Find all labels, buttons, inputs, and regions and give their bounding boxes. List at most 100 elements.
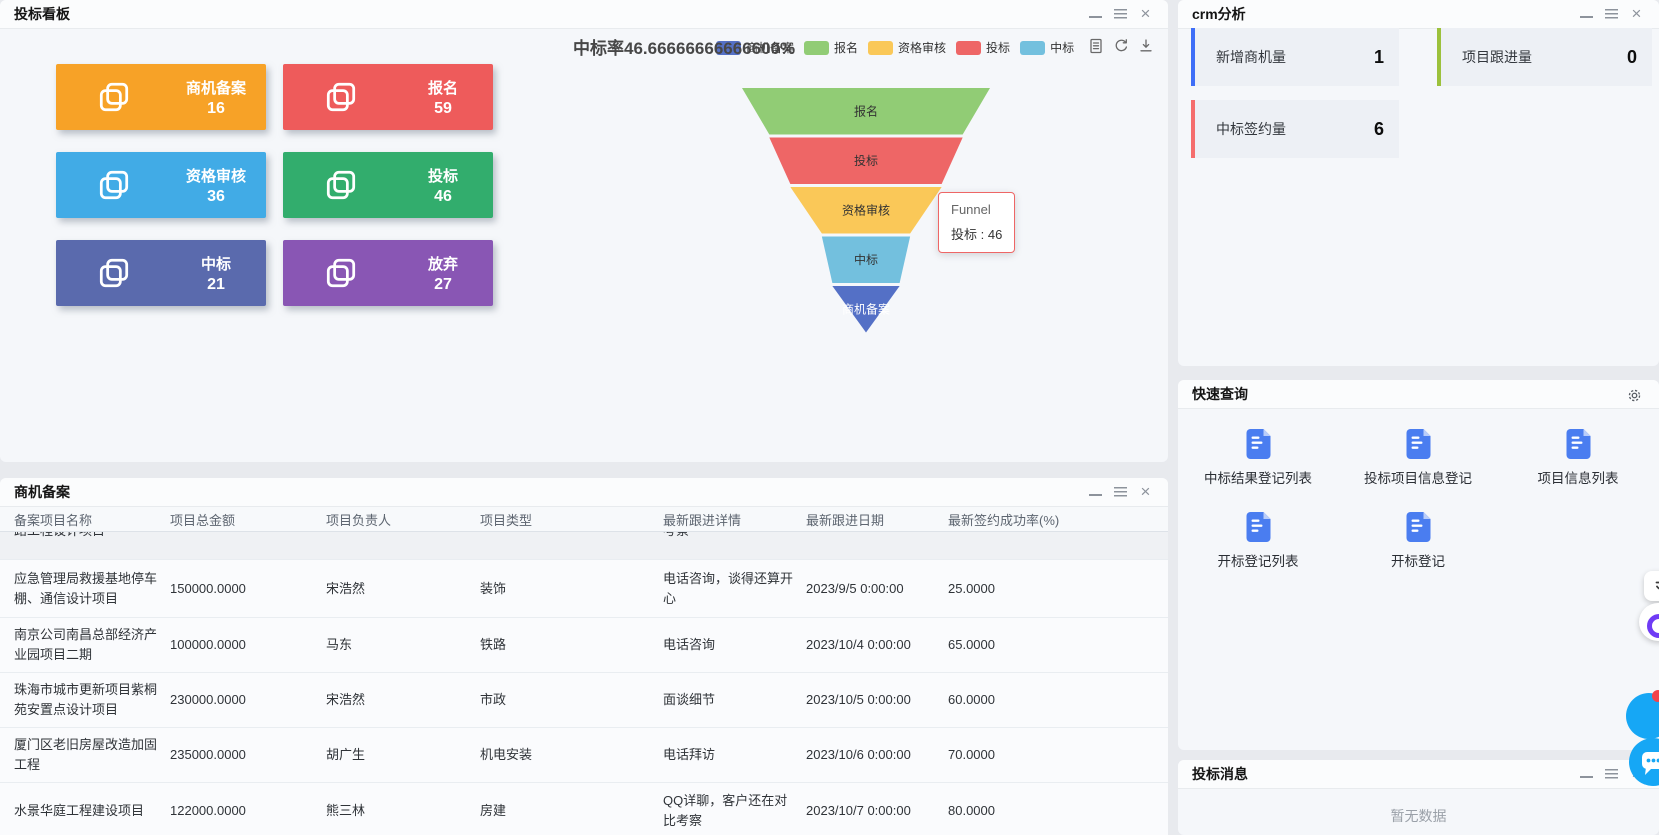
quick-link-开标登记列表[interactable]: 开标登记列表 [1178,511,1338,570]
cell-name: 水景华庭工程建设项目 [14,801,170,821]
funnel-label: 商机备案 [842,301,890,316]
copy-icon [323,79,359,115]
restore-icon[interactable] [1113,38,1129,54]
stat-card-label: 放弃 [388,253,498,274]
stat-card-value: 46 [388,188,498,206]
stat-card-label: 中标 [161,253,271,274]
stat-card-label: 商机备案 [161,77,271,98]
document-icon [1405,511,1432,543]
cell-owner: 宋浩然 [326,579,480,599]
save-image-icon[interactable] [1138,38,1154,54]
opportunity-header: 商机备案 [0,478,1168,507]
crm-card-新增商机量[interactable]: 新增商机量 1 [1191,28,1399,86]
opportunity-title: 商机备案 [0,482,70,502]
minimize-icon[interactable] [1580,776,1593,778]
legend-label: 投标 [986,39,1010,56]
menu-icon[interactable] [1114,9,1127,19]
crm-card-中标签约量[interactable]: 中标签约量 6 [1191,100,1399,158]
crm-card-label: 项目跟进量 [1437,47,1532,67]
cell-amount: 235000.0000 [170,745,326,765]
table-row[interactable]: 水景华庭工程建设项目122000.0000熊三林房建QQ详聊，客户还在对比考察2… [0,783,1168,835]
stat-card-中标[interactable]: 中标 21 [56,240,266,306]
menu-icon[interactable] [1605,769,1618,779]
column-header: 最新跟进日期 [806,510,948,529]
cell-detail: 电话咨询 [663,635,806,655]
quick-link-label: 开标登记列表 [1218,550,1299,570]
copy-icon [96,79,132,115]
quick-query-title: 快速查询 [1178,384,1248,404]
cell-date: 2023/9/5 0:00:00 [806,579,948,599]
cell-detail: 电话拜访 [663,745,806,765]
stat-card-报名[interactable]: 报名 59 [283,64,493,130]
menu-icon[interactable] [1114,487,1127,497]
cell-date: 2023/10/5 0:00:00 [806,690,948,710]
cell-type: 机电安装 [480,745,663,765]
stat-card-label: 报名 [388,77,498,98]
legend-item-报名[interactable]: 报名 [804,39,858,56]
data-view-icon[interactable] [1088,38,1104,54]
close-icon[interactable] [1139,7,1152,21]
stat-card-商机备案[interactable]: 商机备案 16 [56,64,266,130]
table-row-partial[interactable]: 路工程设计项目 考察 [0,532,1168,560]
stat-card-label: 资格审核 [161,165,271,186]
panel-bid-board: 投标看板 商机备案 16 报名 59 资格审核 36 投标 46 中标 21 放… [0,0,1168,462]
accent-bar [1437,28,1441,86]
floating-shortcut-button[interactable] [1644,571,1659,601]
document-icon [1245,511,1272,543]
floating-chat-button[interactable] [1629,738,1659,786]
quick-link-项目信息列表[interactable]: 项目信息列表 [1498,428,1658,487]
close-icon[interactable] [1139,485,1152,499]
bid-messages-header: 投标消息 [1178,760,1659,789]
bid-board-header: 投标看板 [0,0,1168,29]
stat-card-投标[interactable]: 投标 46 [283,152,493,218]
quick-link-开标登记[interactable]: 开标登记 [1338,511,1498,570]
cell-detail: 电话咨询，谈得还算开心 [663,569,806,609]
cell-name: 珠海市城市更新项目紫桐苑安置点设计项目 [14,680,170,720]
minimize-icon[interactable] [1089,16,1102,18]
table-row[interactable]: 珠海市城市更新项目紫桐苑安置点设计项目230000.0000宋浩然市政面谈细节2… [0,673,1168,728]
stat-card-资格审核[interactable]: 资格审核 36 [56,152,266,218]
quick-link-label: 开标登记 [1391,550,1445,570]
close-icon[interactable] [1630,7,1643,21]
minimize-icon[interactable] [1089,494,1102,496]
quick-link-label: 项目信息列表 [1538,467,1619,487]
funnel-label: 资格审核 [842,202,890,217]
chart-title: 中标率46.66666666666600% [573,34,795,59]
extension-logo-icon [1647,614,1659,638]
shortcut-glyph-icon [1653,578,1659,594]
crm-card-项目跟进量[interactable]: 项目跟进量 0 [1437,28,1652,86]
crm-card-label: 中标签约量 [1191,119,1286,139]
bid-messages-title: 投标消息 [1178,764,1248,784]
quick-query-header: 快速查询 [1178,380,1659,409]
cell-date: 2023/10/7 0:00:00 [806,801,948,821]
table-row[interactable]: 应急管理局救援基地停车棚、通信设计项目150000.0000宋浩然装饰电话咨询，… [0,560,1168,618]
document-icon [1565,428,1592,460]
cell-detail: QQ详聊，客户还在对比考察 [663,791,806,831]
legend-item-投标[interactable]: 投标 [956,39,1010,56]
bid-board-title: 投标看板 [0,4,70,24]
legend-item-资格审核[interactable]: 资格审核 [868,39,946,56]
table-row[interactable]: 厦门区老旧房屋改造加固工程235000.0000胡广生机电安装电话拜访2023/… [0,728,1168,783]
legend-swatch [804,41,829,55]
quick-link-中标结果登记列表[interactable]: 中标结果登记列表 [1178,428,1338,487]
stat-card-label: 投标 [388,165,498,186]
legend-label: 中标 [1050,39,1074,56]
panel-bid-messages: 投标消息 暂无数据 [1178,760,1659,835]
legend-item-中标[interactable]: 中标 [1020,39,1074,56]
minimize-icon[interactable] [1580,16,1593,18]
quick-link-投标项目信息登记[interactable]: 投标项目信息登记 [1338,428,1498,487]
stat-card-value: 16 [161,100,271,118]
legend-label: 报名 [834,39,858,56]
table-body: 路工程设计项目 考察 应急管理局救援基地停车棚、通信设计项目150000.000… [0,532,1168,835]
chart-toolbox [1088,38,1154,54]
legend-swatch [868,41,893,55]
cell-date: 2023/10/6 0:00:00 [806,745,948,765]
column-header: 最新跟进详情 [663,510,806,529]
crm-card-value: 1 [1374,47,1384,68]
copy-icon [323,255,359,291]
menu-icon[interactable] [1605,9,1618,19]
stat-card-放弃[interactable]: 放弃 27 [283,240,493,306]
gear-icon[interactable] [1627,388,1642,403]
column-header: 项目类型 [480,510,663,529]
table-row[interactable]: 南京公司南昌总部经济产业园项目二期100000.0000马东铁路电话咨询2023… [0,618,1168,673]
